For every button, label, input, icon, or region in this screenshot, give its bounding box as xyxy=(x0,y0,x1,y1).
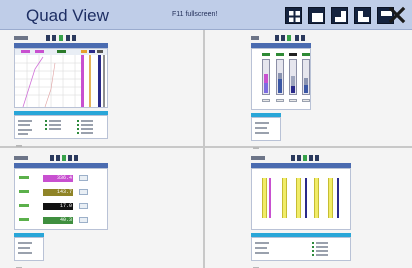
info-box xyxy=(14,115,108,139)
title-bar: Quad View F11 fullscreen! xyxy=(0,0,412,30)
window-title: Quad View xyxy=(26,6,109,25)
grid-quad-icon xyxy=(289,11,300,22)
trend-chart xyxy=(15,49,107,107)
digital-value: 143.7 xyxy=(43,189,73,196)
panel-bargraph[interactable] xyxy=(206,30,408,149)
close-icon xyxy=(388,6,406,24)
digital-value: 336.4 xyxy=(43,175,73,182)
fullscreen-hint: F11 fullscreen! xyxy=(172,11,218,18)
mini-toolbar xyxy=(251,34,311,43)
panel-trend[interactable] xyxy=(0,30,202,147)
layout-split-button[interactable] xyxy=(331,7,348,24)
layout-corner-button[interactable] xyxy=(354,7,371,24)
digital-value: 40.3 xyxy=(43,217,73,224)
trend-view xyxy=(14,48,108,108)
info-box xyxy=(14,237,44,261)
close-button[interactable] xyxy=(388,6,406,24)
mini-toolbar xyxy=(14,154,108,163)
layout-single-button[interactable] xyxy=(308,7,325,24)
info-box xyxy=(251,237,351,261)
mini-toolbar xyxy=(14,34,108,43)
vertical-divider xyxy=(203,30,205,268)
digital-value: 17.0 xyxy=(43,203,73,210)
digital-view: 336.4 143.7 17.0 40.3 xyxy=(14,168,108,230)
layout-quad-button[interactable] xyxy=(285,7,302,24)
bargraph-view xyxy=(251,48,311,110)
window-split-icon xyxy=(335,11,346,22)
panel-columns[interactable] xyxy=(206,150,408,268)
panel-digital[interactable]: 336.4 143.7 17.0 40.3 xyxy=(0,150,202,268)
window-corner-icon xyxy=(358,11,369,22)
mini-toolbar xyxy=(251,154,351,163)
column-view xyxy=(251,168,351,230)
info-box xyxy=(251,117,281,141)
window-single-icon xyxy=(312,11,323,22)
